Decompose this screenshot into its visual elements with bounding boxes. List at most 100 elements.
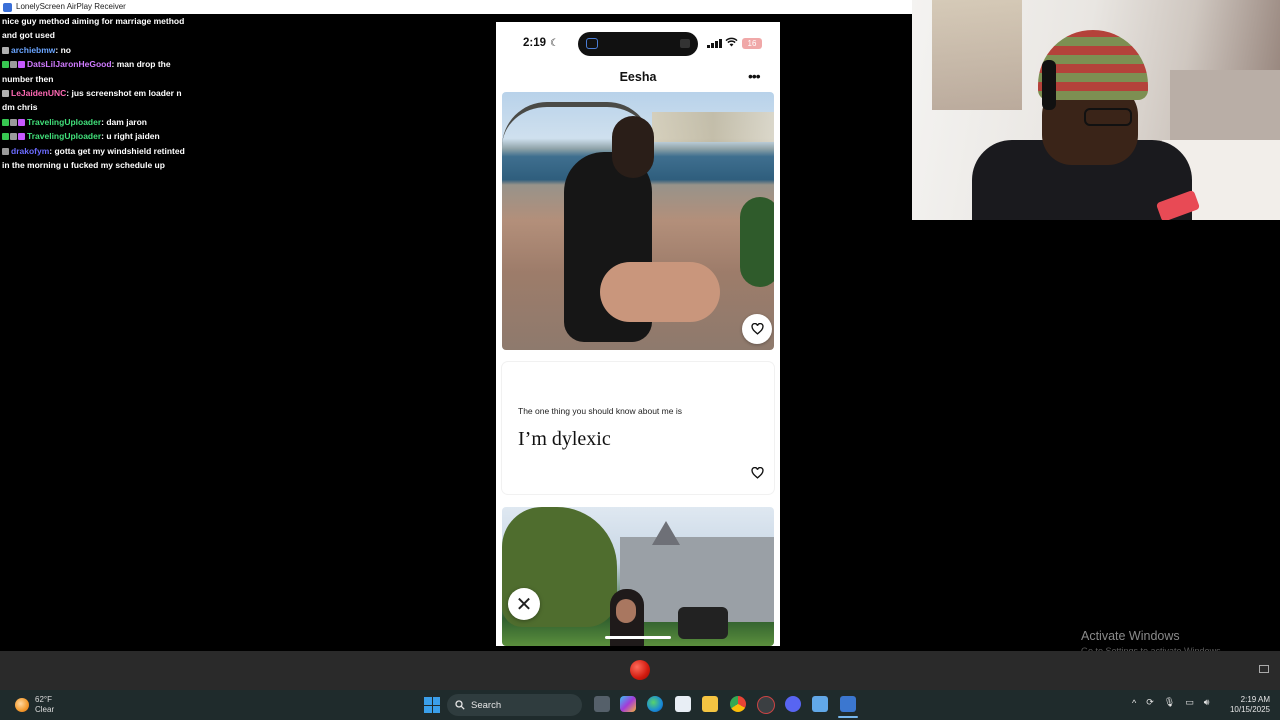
profile-name: Eesha	[619, 70, 657, 84]
chat-text: and got used	[2, 30, 55, 41]
task-view-icon[interactable]	[594, 696, 610, 712]
chat-message: number then	[2, 72, 232, 86]
crossed-legs	[600, 262, 720, 322]
prompt-answer: I’m dylexic	[518, 428, 611, 450]
chat-message: nice guy method aiming for marriage meth…	[2, 14, 232, 28]
active-app-indicator	[838, 716, 858, 718]
badge-icon	[10, 61, 17, 69]
chat-username[interactable]: TravelingUploader	[27, 117, 101, 127]
chat-message: and got used	[2, 28, 232, 42]
headset	[1042, 60, 1056, 110]
discord-icon[interactable]	[785, 696, 801, 712]
chat-message: drakofym: gotta get my windshield retint…	[2, 144, 232, 158]
chrome-icon[interactable]	[730, 696, 746, 712]
chat-badges	[2, 90, 9, 98]
window-title: LonelyScreen AirPlay Receiver	[16, 2, 126, 11]
weather-temp: 62°F	[35, 695, 52, 704]
heart-icon	[750, 467, 764, 479]
bed-headboard	[1170, 70, 1280, 150]
home-indicator[interactable]	[605, 636, 671, 639]
badge-icon	[10, 118, 17, 126]
lonelyscreen-taskbar-icon[interactable]	[840, 696, 856, 712]
woman-head	[612, 116, 654, 178]
camera-icon	[680, 39, 690, 48]
notepad-icon[interactable]	[812, 696, 828, 712]
chevron-up-icon[interactable]: ^	[1132, 698, 1136, 708]
chat-text: nice guy method aiming for marriage meth…	[2, 16, 185, 26]
chat-username[interactable]: TravelingUploader	[27, 131, 101, 141]
castle-roof	[652, 521, 680, 545]
phone-screen: 2:19 ☾ 16 Eesha ••• The one thing you sh…	[496, 22, 780, 646]
chat-badges	[2, 133, 25, 141]
search-label: Search	[471, 699, 502, 711]
glasses	[1084, 108, 1132, 126]
start-button[interactable]	[424, 697, 440, 713]
weather-widget[interactable]: 62°F Clear	[15, 695, 54, 714]
weather-condition: Clear	[35, 704, 55, 714]
chat-text: : dam jaron	[101, 116, 147, 127]
city-skyline	[652, 112, 774, 142]
profile-photo-1[interactable]	[502, 92, 774, 350]
badge-icon	[2, 61, 9, 69]
file-explorer-icon[interactable]	[702, 696, 718, 712]
weather-icon	[15, 697, 29, 712]
profile-photo-2[interactable]	[502, 507, 774, 646]
taskbar-search[interactable]: Search	[447, 694, 582, 716]
chat-message: archiebmw: no	[2, 43, 232, 57]
badge-icon	[2, 147, 9, 155]
chat-message: TravelingUploader: u right jaiden	[2, 129, 232, 143]
store-icon[interactable]	[675, 696, 691, 712]
clock-time: 2:19 AM	[1240, 695, 1270, 704]
clock-date: 10/15/2025	[1229, 705, 1270, 714]
wall-posters	[932, 0, 1022, 110]
wifi-icon	[725, 37, 738, 47]
badge-icon	[2, 133, 9, 141]
prompt-card: The one thing you should know about me i…	[502, 362, 774, 494]
chat-badges	[2, 61, 25, 69]
sync-icon[interactable]: ⟳	[1146, 697, 1154, 708]
like-photo-button[interactable]	[742, 314, 772, 344]
badge-icon	[18, 133, 25, 141]
taskbar	[0, 690, 1280, 720]
chat-username[interactable]: DatsLilJaronHeGood	[27, 59, 112, 69]
network-icon[interactable]: ▭	[1185, 697, 1194, 708]
system-tray: ^ ⟳ 🎙︎ ▭ 🔊︎	[1132, 697, 1209, 708]
restore-window-icon[interactable]	[1259, 665, 1269, 673]
badge-icon	[10, 133, 17, 141]
signal-icon	[707, 39, 722, 48]
badge-icon	[2, 46, 9, 54]
volume-icon[interactable]: 🔊︎	[1204, 697, 1210, 708]
record-button[interactable]	[630, 660, 650, 680]
close-icon: ✕	[515, 593, 533, 616]
badge-icon	[2, 90, 9, 98]
chat-text: : jus screenshot em loader n	[66, 88, 182, 99]
screen-mirroring-icon	[586, 38, 598, 49]
like-prompt-button[interactable]	[742, 458, 772, 488]
woman-face	[616, 599, 636, 623]
group-of-people	[678, 607, 728, 639]
taskbar-clock[interactable]: 2:19 AM 10/15/2025	[1228, 695, 1270, 715]
chat-username[interactable]: drakofym	[11, 146, 49, 156]
chat-text: in the morning u fucked my schedule up	[2, 160, 165, 171]
chat-username[interactable]: archiebmw	[11, 45, 55, 55]
more-options-icon[interactable]: •••	[748, 68, 761, 84]
badge-icon	[18, 118, 25, 126]
dynamic-island	[578, 32, 698, 56]
app-icon[interactable]	[757, 696, 775, 714]
battery-indicator: 16	[742, 38, 762, 49]
chat-message: LeJaidenUNC: jus screenshot em loader n	[2, 86, 232, 100]
webcam-feed	[912, 0, 1280, 220]
chat-username[interactable]: LeJaidenUNC	[11, 88, 66, 98]
prompt-question: The one thing you should know about me i…	[518, 406, 682, 416]
chat-text: dm chris	[2, 102, 38, 113]
activate-windows-title: Activate Windows	[1081, 629, 1180, 643]
edge-icon[interactable]	[647, 696, 663, 712]
window-titlebar: LonelyScreen AirPlay Receiver	[0, 0, 912, 14]
dismiss-x-button[interactable]: ✕	[508, 588, 540, 620]
chat-text: : no	[55, 44, 71, 55]
lonelyscreen-app-icon	[3, 2, 12, 12]
badge-icon	[18, 61, 25, 69]
chat-overlay: nice guy method aiming for marriage meth…	[2, 14, 232, 172]
microphone-icon[interactable]: 🎙︎	[1164, 697, 1175, 708]
copilot-icon[interactable]	[620, 696, 636, 712]
